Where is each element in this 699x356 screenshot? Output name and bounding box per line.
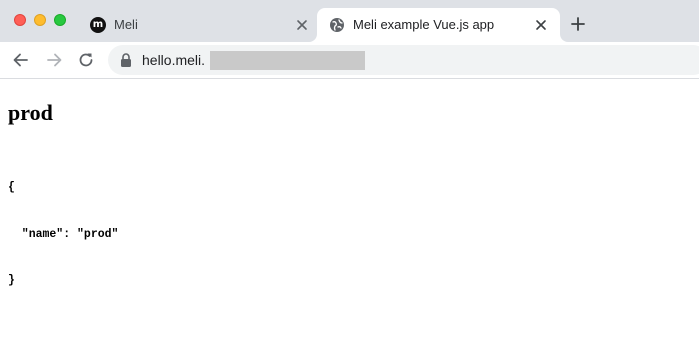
lock-icon[interactable] (120, 53, 132, 67)
close-tab-icon[interactable] (533, 17, 549, 33)
new-tab-icon[interactable] (570, 16, 586, 32)
redacted-url-segment (210, 51, 365, 70)
json-line: } (8, 274, 15, 287)
page-heading: prod (8, 100, 53, 125)
window-maximize-button[interactable] (54, 14, 66, 26)
json-output: { "name": "prod" } (8, 149, 118, 320)
back-arrow-icon[interactable] (11, 50, 31, 70)
meli-logo-icon: m (90, 17, 106, 33)
window-close-button[interactable] (14, 14, 26, 26)
page-content: prod { "name": "prod" } (0, 79, 699, 356)
tab-strip: m Meli Meli example Vue.js app (0, 0, 699, 42)
reload-icon[interactable] (76, 50, 96, 70)
browser-toolbar: hello.meli. (0, 42, 699, 78)
close-tab-icon[interactable] (294, 17, 310, 33)
tab-meli[interactable]: m Meli (80, 8, 316, 42)
json-line: "name": "prod" (8, 227, 119, 241)
url-text: hello.meli. (142, 52, 206, 68)
json-line: { (8, 181, 15, 194)
tab-title: Meli example Vue.js app (353, 17, 495, 32)
globe-icon (330, 18, 344, 32)
address-bar[interactable]: hello.meli. (108, 45, 699, 75)
forward-arrow-icon[interactable] (44, 50, 64, 70)
tab-title: Meli (114, 17, 138, 32)
tab-meli-example-vue-app[interactable]: Meli example Vue.js app (317, 8, 560, 42)
window-minimize-button[interactable] (34, 14, 46, 26)
